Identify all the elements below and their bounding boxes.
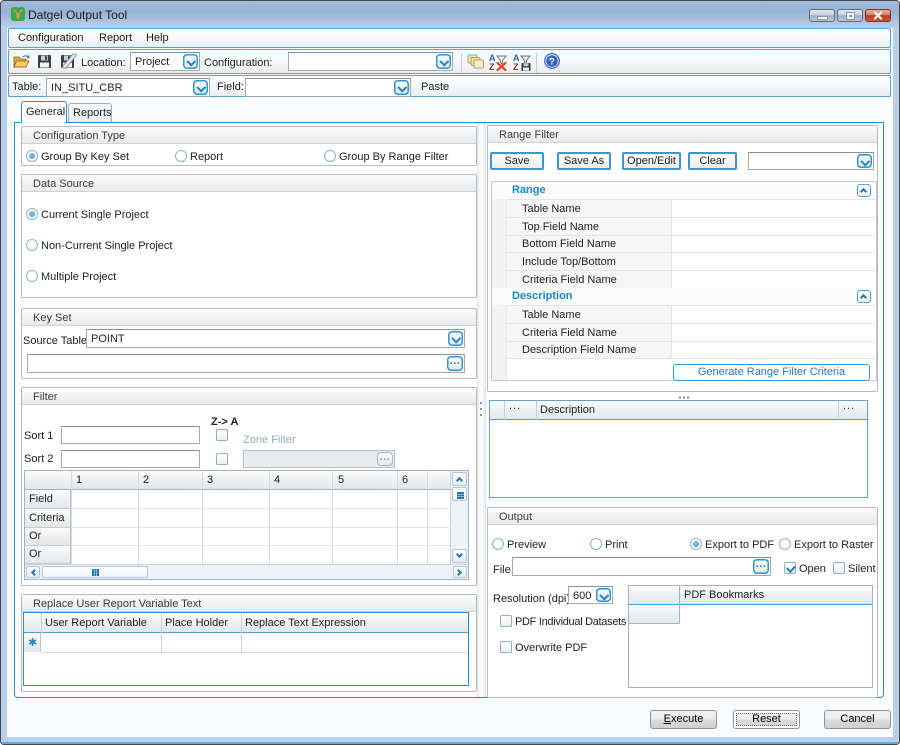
svg-text:Z: Z xyxy=(489,62,495,71)
svg-text:Z: Z xyxy=(513,62,519,71)
svg-text:?: ? xyxy=(549,57,555,68)
